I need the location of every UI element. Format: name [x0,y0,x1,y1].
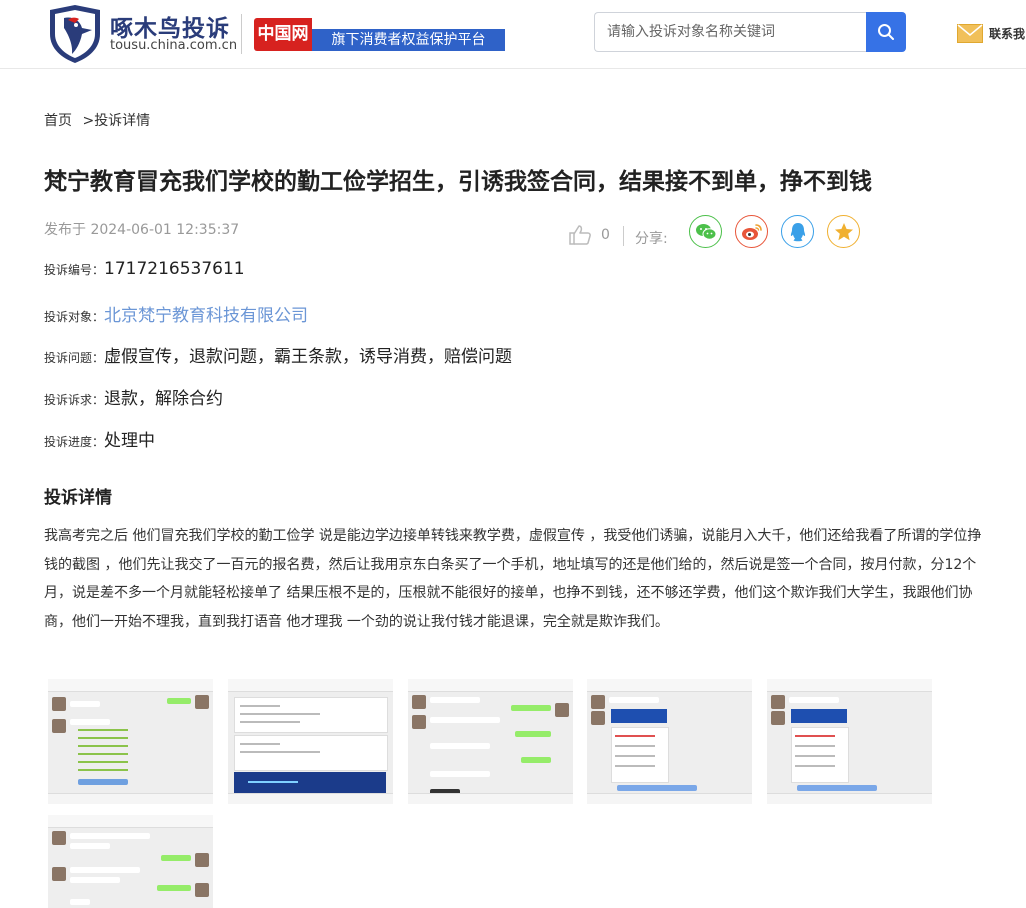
site-header: 啄木鸟投诉 tousu.china.com.cn 中国网 旗下消费者权益保护平台… [0,0,1026,69]
share-divider [623,226,624,246]
complaint-status-value: 处理中 [104,431,156,451]
contact-label: 联系我 [989,26,1026,41]
attachment-thumbnail-6[interactable] [48,815,213,908]
search-icon [878,24,894,40]
complaint-issue-row: 投诉问题： 虚假宣传，退款问题，霸王条款，诱导消费，赔偿问题 [44,342,512,367]
attachment-thumbnail-3[interactable] [408,679,573,804]
contact-us-link[interactable]: 联系我 [957,22,1025,44]
complaint-target-link[interactable]: 北京梵宁教育科技有限公司 [104,301,308,326]
complaint-demand-value: 退款，解除合约 [104,389,224,409]
share-wechat-button[interactable] [689,215,722,248]
weibo-icon [741,223,762,240]
envelope-icon [957,23,983,43]
attachment-thumbnail-5[interactable] [767,679,932,804]
complaint-status-row: 投诉进度： 处理中 [44,426,155,451]
wechat-icon [695,223,716,240]
favorite-star-icon [834,222,853,240]
complaint-target-label: 投诉对象： [44,310,105,324]
woodpecker-logo-icon[interactable] [46,4,104,64]
attachment-thumbnail-1[interactable] [48,679,213,804]
search-button[interactable] [866,12,906,52]
complaint-target-row: 投诉对象： 北京梵宁教育科技有限公司 [44,301,308,326]
complaint-id-row: 投诉编号： 1717216537611 [44,259,245,279]
detail-heading: 投诉详情 [44,488,112,508]
breadcrumb-separator: > [82,113,95,129]
share-label: 分享: [635,231,668,247]
complaint-demand-row: 投诉诉求： 退款，解除合约 [44,384,223,409]
like-button[interactable]: 0 [569,225,610,245]
platform-banner: 旗下消费者权益保护平台 [312,29,505,51]
detail-text: 我高考完之后 他们冒充我们学校的勤工俭学 说是能边学边接单转钱来教学费，虚假宣传… [44,528,982,630]
qq-icon [790,222,805,241]
china-com-logo[interactable]: 中国网 [254,18,312,51]
thumbs-up-icon [569,225,591,245]
share-favorite-button[interactable] [827,215,860,248]
header-divider [241,14,242,54]
complaint-status-label: 投诉进度： [44,435,105,449]
complaint-issue-label: 投诉问题： [44,351,105,365]
breadcrumb: 首页 >投诉详情 [44,110,150,130]
breadcrumb-home[interactable]: 首页 [44,113,72,129]
complaint-issue-value: 虚假宣传，退款问题，霸王条款，诱导消费，赔偿问题 [104,347,513,367]
complaint-id-label: 投诉编号： [44,263,105,277]
complaint-demand-label: 投诉诉求： [44,393,105,407]
complaint-id-value: 1717216537611 [104,259,245,279]
page-title: 梵宁教育冒充我们学校的勤工俭学招生，引诱我签合同，结果接不到单，挣不到钱 [44,169,872,195]
breadcrumb-current: 投诉详情 [94,113,151,129]
like-count: 0 [601,227,610,243]
attachment-thumbnail-2[interactable] [228,679,393,804]
share-weibo-button[interactable] [735,215,768,248]
attachment-thumbnail-4[interactable] [587,679,752,804]
search-input[interactable] [594,12,866,52]
logo-domain: tousu.china.com.cn [110,38,238,53]
publish-date: 发布于 2024-06-01 12:35:37 [44,222,240,238]
share-qq-button[interactable] [781,215,814,248]
